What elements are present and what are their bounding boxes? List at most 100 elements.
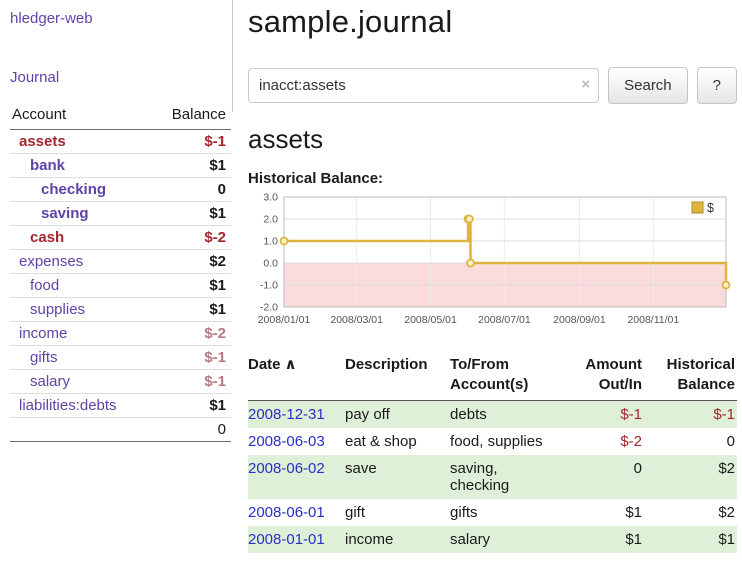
sidebar: hledger-web Journal Account Balance asse… [0,0,233,442]
register-description: eat & shop [345,428,450,455]
account-row: supplies$1 [10,298,231,322]
register-balance: 0 [644,428,737,455]
svg-text:2008/03/01: 2008/03/01 [330,314,383,326]
chart-title: Historical Balance: [248,170,737,187]
svg-text:2008/05/01: 2008/05/01 [404,314,457,326]
accounts-total: 0 [151,418,231,442]
register-description: income [345,526,450,553]
account-balance: $2 [151,250,231,274]
svg-text:2.0: 2.0 [263,214,278,226]
register-date-link[interactable]: 2008-06-02 [248,460,325,477]
search-form: × Search ? [248,67,737,104]
app-title-link[interactable]: hledger-web [10,10,233,27]
account-balance: $1 [151,154,231,178]
clear-search-icon[interactable]: × [581,76,590,93]
register-row: 2008-01-01incomesalary$1$1 [248,526,737,553]
account-link-assets[interactable]: assets [19,133,66,150]
account-balance: 0 [151,178,231,202]
account-heading: assets [248,124,737,155]
register-amount: $1 [559,526,644,553]
account-link-cash[interactable]: cash [30,229,64,246]
register-amount: $-1 [559,400,644,428]
legend-swatch [692,202,703,213]
account-row: saving$1 [10,202,231,226]
account-link-bank[interactable]: bank [30,157,65,174]
main-content: sample.journal × Search ? assets Histori… [248,4,737,553]
register-balance: $2 [644,499,737,526]
register-header-date[interactable]: Date∧ [248,353,345,400]
register-balance: $-1 [644,400,737,428]
svg-text:2008/09/01: 2008/09/01 [553,314,606,326]
account-row: expenses $2 [10,250,231,274]
register-accounts: salary [450,526,559,553]
account-link-supplies[interactable]: supplies [30,301,85,318]
search-button[interactable]: Search [608,67,688,104]
svg-text:-2.0: -2.0 [260,302,278,314]
account-row: assets$-1 [10,130,231,154]
account-row: gifts $-1 [10,346,231,370]
balance-chart: 2008/01/01 2008/03/01 2008/05/01 2008/07/01… [248,189,737,343]
register-description: gift [345,499,450,526]
account-row: bank $1 [10,154,231,178]
account-row: salary $-1 [10,370,231,394]
account-balance: $-1 [151,370,231,394]
register-description: save [345,455,450,499]
svg-text:$: $ [707,201,714,215]
accounts-header-balance: Balance [151,103,231,130]
svg-text:2008/11/01: 2008/11/01 [627,314,679,326]
account-link-food[interactable]: food [30,277,59,294]
account-balance: $-2 [151,322,231,346]
register-table: Date∧ Description To/From Account(s) Amo… [248,353,737,553]
page-title: sample.journal [248,4,737,40]
account-link-gifts[interactable]: gifts [30,349,58,366]
register-date-link[interactable]: 2008-06-01 [248,504,325,521]
svg-text:0.0: 0.0 [263,258,278,270]
register-header-amount: Amount Out/In [559,353,644,400]
register-date-link[interactable]: 2008-06-03 [248,433,325,450]
register-header-balance: Historical Balance [644,353,737,400]
register-accounts: gifts [450,499,559,526]
register-accounts: debts [450,400,559,428]
journal-link[interactable]: Journal [10,69,233,86]
balance-chart-svg: 2008/01/01 2008/03/01 2008/05/01 2008/07/01… [248,189,732,339]
account-balance: $1 [151,274,231,298]
register-header-row: Date∧ Description To/From Account(s) Amo… [248,353,737,400]
account-link-income[interactable]: income [19,325,67,342]
register-balance: $2 [644,455,737,499]
account-link-saving[interactable]: saving [41,205,89,222]
accounts-header-account: Account [10,103,151,130]
register-amount: $1 [559,499,644,526]
account-balance: $-2 [151,226,231,250]
search-input[interactable] [248,68,599,103]
account-row: liabilities:debts $1 [10,394,231,418]
svg-text:2008/01/01: 2008/01/01 [258,314,311,326]
register-accounts: food, supplies [450,428,559,455]
accounts-table: Account Balance assets$-1bank$1checking0… [10,103,231,442]
register-header-accounts: To/From Account(s) [450,353,559,400]
account-link-expenses[interactable]: expenses [19,253,83,270]
account-balance: $-1 [151,346,231,370]
search-box: × [248,68,599,103]
accounts-header-row: Account Balance [10,103,231,130]
account-link-salary[interactable]: salary [30,373,70,390]
help-button[interactable]: ? [697,67,737,104]
register-date-link[interactable]: 2008-12-31 [248,406,325,423]
register-description: pay off [345,400,450,428]
register-date-link[interactable]: 2008-01-01 [248,531,325,548]
sidebar-divider [232,0,233,112]
account-row: cash $-2 [10,226,231,250]
account-row: food $1 [10,274,231,298]
register-accounts: saving, checking [450,455,559,499]
svg-text:3.0: 3.0 [263,192,278,204]
svg-text:1.0: 1.0 [263,236,278,248]
register-balance: $1 [644,526,737,553]
svg-text:2008/07/01: 2008/07/01 [478,314,531,326]
account-link-liabilities-debts[interactable]: liabilities:debts [19,397,117,414]
register-row: 2008-06-02savesaving, checking0$2 [248,455,737,499]
register-row: 2008-06-01 giftgifts$1$2 [248,499,737,526]
register-header-date-label: Date [248,356,281,373]
account-link-checking[interactable]: checking [41,181,106,198]
register-header-description: Description [345,353,450,400]
accounts-total-row: 0 [10,418,231,442]
account-balance: $1 [151,394,231,418]
